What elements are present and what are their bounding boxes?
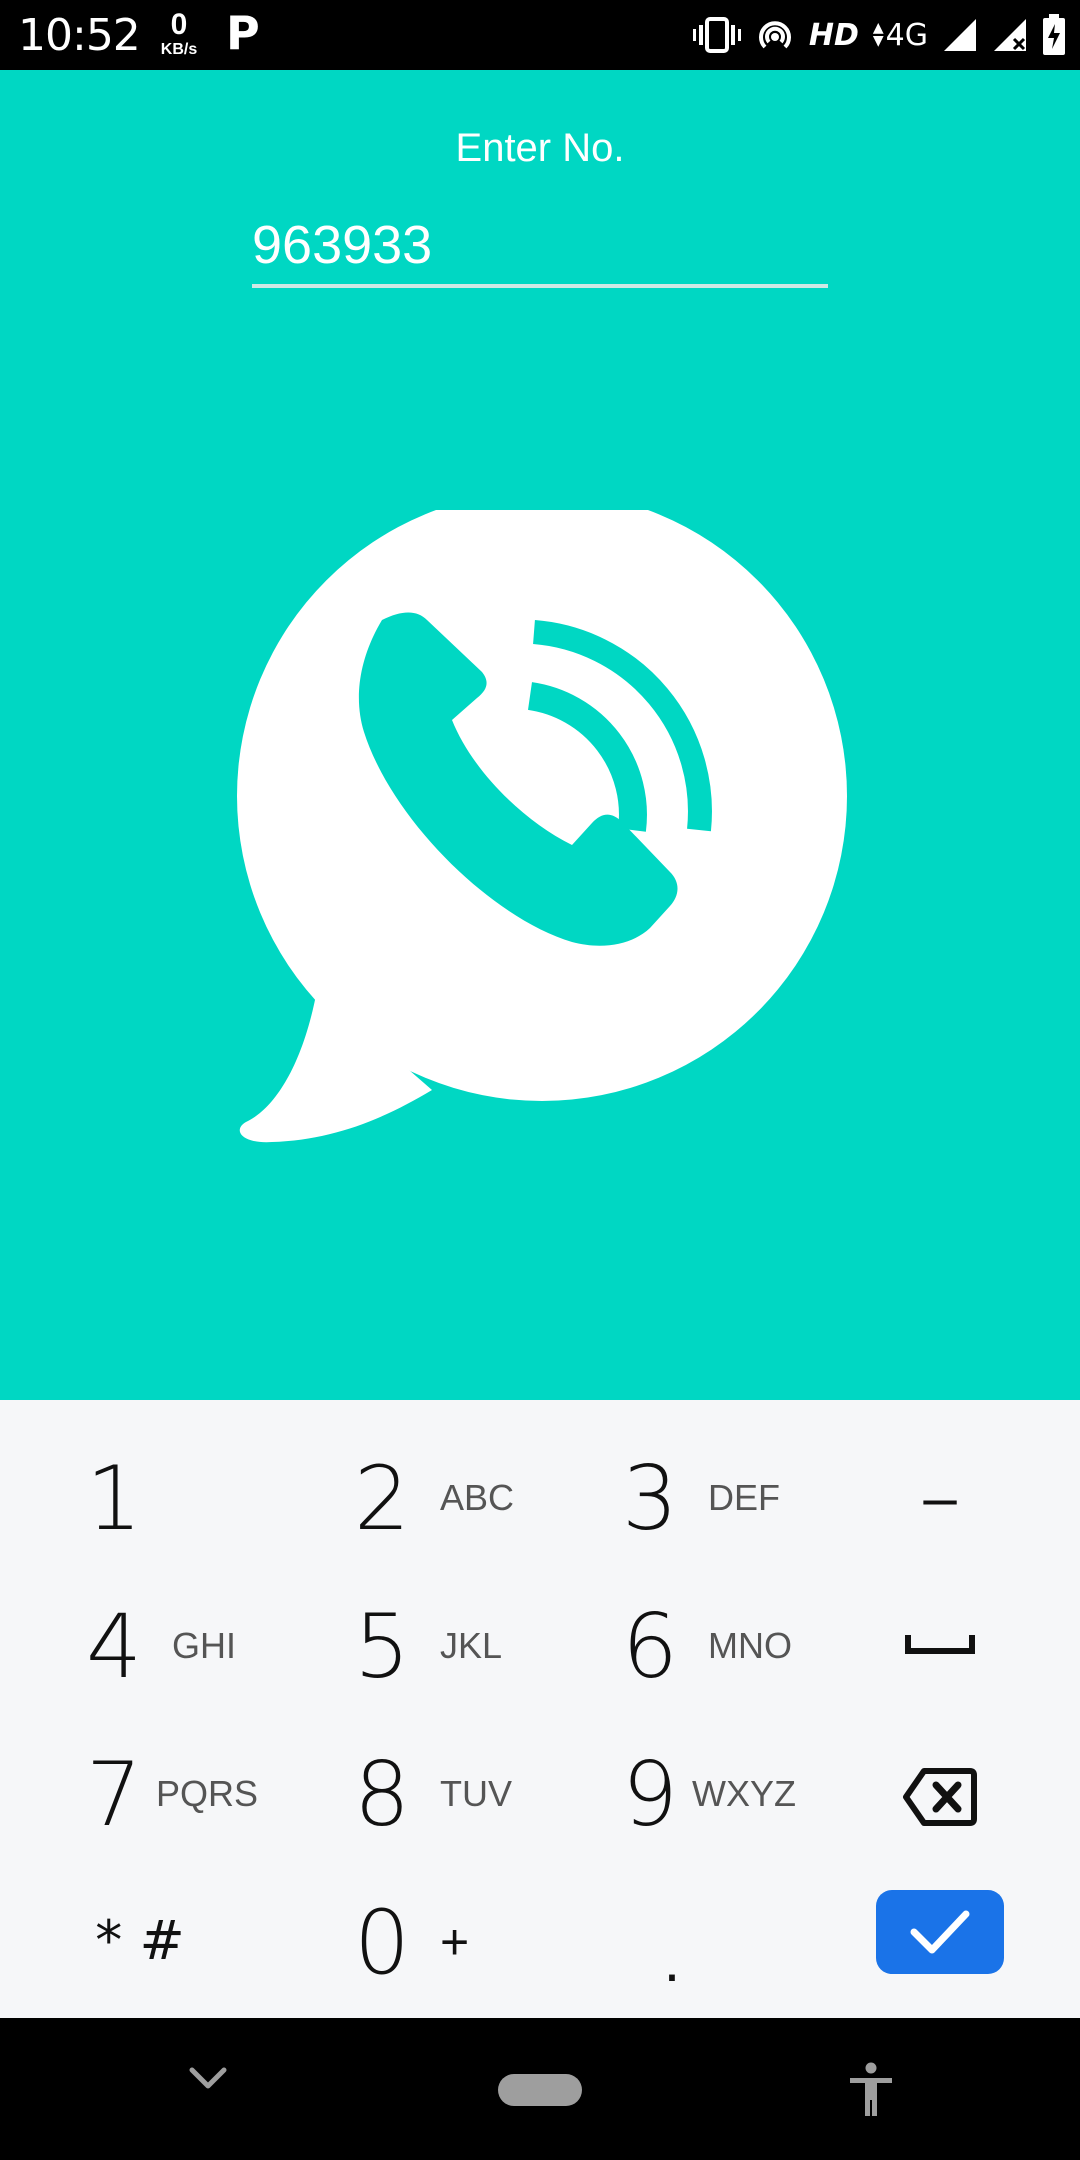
- network-speed-unit: KB/s: [160, 41, 198, 58]
- status-icons: HD ▲ ▼ 4G: [692, 10, 1066, 60]
- done-button[interactable]: [876, 1890, 1004, 1974]
- accessibility-icon[interactable]: [846, 2062, 896, 2118]
- status-time: 10:52: [18, 10, 141, 61]
- key-8[interactable]: 8 TUV: [354, 1720, 614, 1868]
- key-1[interactable]: 1: [86, 1424, 346, 1572]
- network-type-label: 4G: [885, 17, 928, 53]
- key-digit: 8: [354, 1742, 410, 1846]
- app-notification-icon: P: [226, 6, 260, 60]
- checkmark-icon: [910, 1910, 970, 1954]
- dialer-screen: Enter No.: [0, 70, 1080, 1400]
- key-letters: DEF: [708, 1477, 780, 1518]
- key-letters: WXYZ: [692, 1773, 796, 1814]
- key-letters: +: [440, 1914, 470, 1970]
- key-letters: PQRS: [156, 1773, 259, 1814]
- key-5[interactable]: 5 JKL: [354, 1572, 614, 1720]
- dash-key[interactable]: –: [880, 1452, 1000, 1542]
- network-speed: 0 KB/s: [154, 10, 204, 58]
- input-underline: [252, 284, 828, 288]
- key-2[interactable]: 2 ABC: [354, 1424, 614, 1572]
- key-letters: GHI: [172, 1625, 237, 1666]
- backspace-key[interactable]: [880, 1752, 1000, 1842]
- key-digit: 9: [622, 1742, 678, 1846]
- status-bar: 10:52 0 KB/s P HD ▲ ▼ 4G: [0, 0, 1080, 70]
- key-9[interactable]: 9 WXYZ: [622, 1720, 882, 1868]
- network-speed-value: 0: [170, 8, 188, 41]
- battery-charging-icon: [1043, 14, 1065, 55]
- navigation-bar: [0, 2018, 1080, 2160]
- key-4[interactable]: 4 GHI: [86, 1572, 346, 1720]
- key-0[interactable]: 0 +: [354, 1868, 614, 2016]
- key-digit: 5: [354, 1594, 410, 1698]
- home-pill-icon[interactable]: [498, 2074, 582, 2106]
- space-key[interactable]: [880, 1600, 1000, 1690]
- space-icon: [905, 1635, 975, 1654]
- backspace-icon: [903, 1768, 977, 1826]
- star-hash-key[interactable]: * #: [90, 1900, 190, 1980]
- key-digit: 0: [354, 1890, 410, 1994]
- vibrate-icon: [692, 17, 741, 53]
- key-digit: 7: [86, 1742, 142, 1846]
- key-7[interactable]: 7 PQRS: [86, 1720, 346, 1868]
- enter-number-label: Enter No.: [455, 126, 625, 170]
- signal-no-service-icon: [994, 19, 1026, 51]
- key-3[interactable]: 3 DEF: [622, 1424, 882, 1572]
- key-letters: MNO: [708, 1625, 792, 1666]
- key-digit: 2: [354, 1446, 410, 1550]
- network-type: ▲ ▼ 4G: [873, 18, 928, 53]
- key-6[interactable]: 6 MNO: [622, 1572, 882, 1720]
- data-activity-icon: ▲ ▼: [872, 20, 884, 49]
- chevron-down-icon[interactable]: [186, 2064, 230, 2094]
- key-digit: 3: [622, 1446, 678, 1550]
- hd-badge: HD: [808, 17, 859, 53]
- key-digit: 6: [622, 1594, 678, 1698]
- call-bubble-icon: [237, 510, 847, 1143]
- key-letters: TUV: [440, 1773, 512, 1814]
- key-letters: ABC: [440, 1477, 515, 1518]
- signal-icon: [944, 19, 976, 51]
- hotspot-icon: [758, 21, 791, 49]
- key-digit: 4: [86, 1594, 142, 1698]
- phone-number-input[interactable]: [252, 210, 828, 280]
- key-digit: 1: [86, 1446, 142, 1550]
- dot-key[interactable]: .: [632, 1920, 712, 2000]
- key-letters: JKL: [440, 1625, 503, 1666]
